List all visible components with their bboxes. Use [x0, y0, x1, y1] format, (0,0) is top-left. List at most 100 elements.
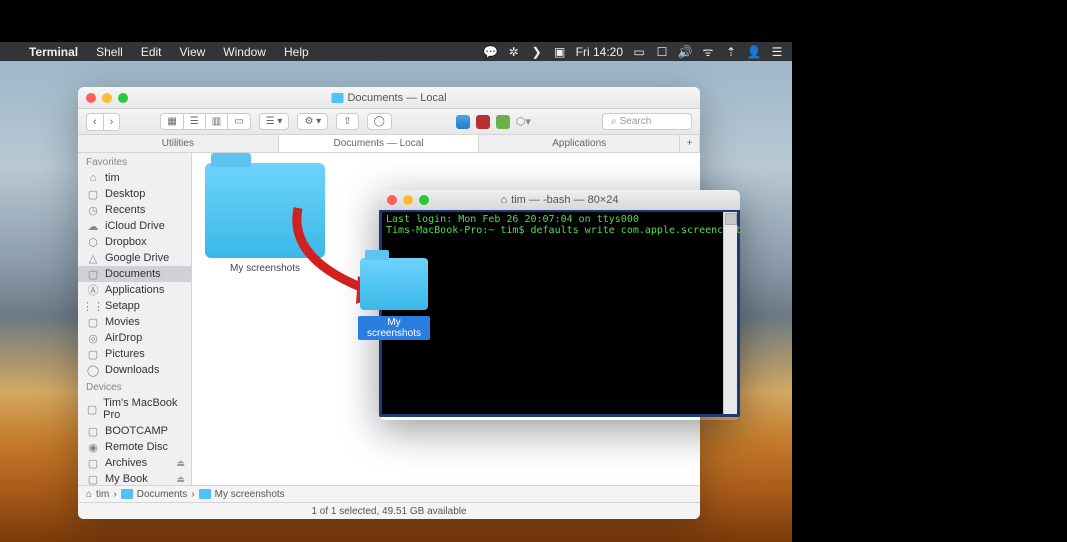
sidebar-item-label: Tim's MacBook Pro [103, 397, 185, 421]
sidebar-item-desktop[interactable]: ▢ Desktop [78, 186, 191, 202]
sidebar-group-favorites: Favorites [78, 153, 191, 170]
view-icons-button[interactable]: ▦ [161, 114, 183, 129]
desktop-icon: ▢ [86, 188, 100, 200]
tab-utilities[interactable]: Utilities [78, 135, 279, 152]
folder-item[interactable]: My screenshots [200, 153, 330, 274]
view-gallery-button[interactable]: ▭ [228, 114, 249, 129]
folder-icon [360, 258, 428, 310]
close-button[interactable] [86, 93, 96, 103]
sidebar-item-gdrive[interactable]: △ Google Drive [78, 250, 191, 266]
display-icon[interactable]: ☐ [655, 45, 669, 59]
laptop-icon: ▢ [86, 403, 98, 415]
sidebar-item-label: My Book [105, 473, 148, 485]
gdrive-icon: △ [86, 252, 100, 264]
sidebar-item-macbook[interactable]: ▢ Tim's MacBook Pro [78, 395, 191, 423]
tab-documents[interactable]: Documents — Local [279, 135, 480, 152]
sidebar-item-downloads[interactable]: ◯Downloads [78, 362, 191, 378]
folder-icon [205, 163, 325, 258]
tag-button[interactable]: ◯ [367, 113, 392, 130]
sidebar-item-recents[interactable]: ◷Recents [78, 202, 191, 218]
view-list-button[interactable]: ☰ [184, 114, 206, 129]
terminal-content[interactable]: Last login: Mon Feb 26 20:07:04 on ttys0… [379, 210, 740, 417]
wifi-icon[interactable]: ᯤ [701, 45, 715, 59]
apple-menu-icon[interactable] [0, 45, 20, 59]
battery-icon[interactable]: ▭ [632, 45, 646, 59]
search-field[interactable]: ⌕ Search [602, 113, 692, 130]
sidebar-item-label: Pictures [105, 348, 145, 360]
clock-icon: ◷ [86, 204, 100, 216]
maximize-button[interactable] [118, 93, 128, 103]
finder-titlebar[interactable]: Documents — Local [78, 87, 700, 109]
eject-icon[interactable]: ⏏ [176, 458, 185, 469]
menu-shell[interactable]: Shell [87, 45, 132, 59]
menu-window[interactable]: Window [214, 45, 275, 59]
scrollbar[interactable] [723, 212, 737, 414]
sidebar-item-label: Google Drive [105, 252, 169, 264]
scrollbar-thumb[interactable] [725, 213, 737, 225]
menu-help[interactable]: Help [275, 45, 318, 59]
sidebar-item-documents[interactable]: ▢Documents [78, 266, 191, 282]
sidebar-item-label: Remote Disc [105, 441, 168, 453]
close-button[interactable] [387, 195, 397, 205]
sidebar-item-label: Dropbox [105, 236, 147, 248]
maximize-button[interactable] [419, 195, 429, 205]
sidebar-item-archives[interactable]: ▢Archives⏏ [78, 455, 191, 471]
sidebar-item-airdrop[interactable]: ◎AirDrop [78, 330, 191, 346]
dropbox-toolbar-icon[interactable]: ⬡▾ [516, 115, 531, 128]
sidebar-item-remotedisc[interactable]: ◉Remote Disc [78, 439, 191, 455]
screenshot-icon[interactable]: ▣ [553, 45, 567, 59]
view-columns-button[interactable]: ▥ [206, 114, 228, 129]
terminal-window: ⌂ tim — -bash — 80×24 Last login: Mon Fe… [379, 190, 740, 420]
sidebar-item-label: Movies [105, 316, 140, 328]
toolbar-app-icon-1[interactable] [456, 115, 470, 129]
share-button[interactable]: ⇧ [336, 113, 358, 130]
view-mode-buttons: ▦ ☰ ▥ ▭ [160, 113, 250, 130]
action-button[interactable]: ⚙ ▾ [297, 113, 328, 130]
terminal-line: Tims-MacBook-Pro:~ tim$ defaults write c… [386, 225, 733, 236]
sidebar-item-movies[interactable]: ▢Movies [78, 314, 191, 330]
sidebar-item-label: Desktop [105, 188, 145, 200]
tab-applications[interactable]: Applications [479, 135, 680, 152]
chat-icon[interactable]: 💬 [484, 45, 498, 59]
path-segment[interactable]: My screenshots [215, 489, 285, 500]
finder-window-title: Documents — Local [347, 92, 446, 104]
sidebar-item-icloud[interactable]: ☁iCloud Drive [78, 218, 191, 234]
eject-icon[interactable]: ⏏ [176, 474, 185, 485]
sync-icon[interactable]: ⇡ [724, 45, 738, 59]
toolbar-app-icon-3[interactable] [496, 115, 510, 129]
sidebar-item-label: AirDrop [105, 332, 142, 344]
sidebar-item-pictures[interactable]: ▢Pictures [78, 346, 191, 362]
folder-label: My screenshots [200, 263, 330, 274]
arrange-button[interactable]: ☰ ▾ [259, 113, 290, 130]
status-text: 1 of 1 selected, 49.51 GB available [311, 506, 466, 517]
sidebar-item-applications[interactable]: ⒶApplications [78, 282, 191, 298]
menu-bar: Terminal Shell Edit View Window Help 💬 ✲… [0, 42, 792, 61]
sidebar-item-tim[interactable]: ⌂tim [78, 170, 191, 186]
path-segment[interactable]: Documents [137, 489, 188, 500]
sidebar-item-label: BOOTCAMP [105, 425, 168, 437]
sidebar-item-dropbox[interactable]: ⬡Dropbox [78, 234, 191, 250]
chevron-icon[interactable]: ❯ [530, 45, 544, 59]
list-icon[interactable]: ☰ [770, 45, 784, 59]
terminal-titlebar[interactable]: ⌂ tim — -bash — 80×24 [379, 190, 740, 210]
back-button[interactable]: ‹ [87, 114, 104, 130]
minimize-button[interactable] [403, 195, 413, 205]
fan-icon[interactable]: ✲ [507, 45, 521, 59]
forward-button[interactable]: › [104, 114, 120, 130]
search-placeholder: Search [620, 116, 652, 127]
tab-add-button[interactable]: + [680, 135, 700, 152]
toolbar-app-icon-2[interactable] [476, 115, 490, 129]
volume-icon[interactable]: 🔊 [678, 45, 692, 59]
path-segment[interactable]: tim [96, 489, 109, 500]
menu-view[interactable]: View [171, 45, 215, 59]
sidebar-item-mybook[interactable]: ▢My Book⏏ [78, 471, 191, 485]
app-menu[interactable]: Terminal [20, 45, 87, 59]
user-icon[interactable]: 👤 [747, 45, 761, 59]
sidebar-item-setapp[interactable]: ⋮⋮Setapp [78, 298, 191, 314]
menubar-clock[interactable]: Fri 14:20 [576, 45, 623, 59]
cloud-icon: ☁ [86, 220, 100, 232]
sidebar-item-bootcamp[interactable]: ▢BOOTCAMP [78, 423, 191, 439]
minimize-button[interactable] [102, 93, 112, 103]
menu-edit[interactable]: Edit [132, 45, 171, 59]
dragged-folder[interactable]: My screenshots [358, 258, 430, 341]
